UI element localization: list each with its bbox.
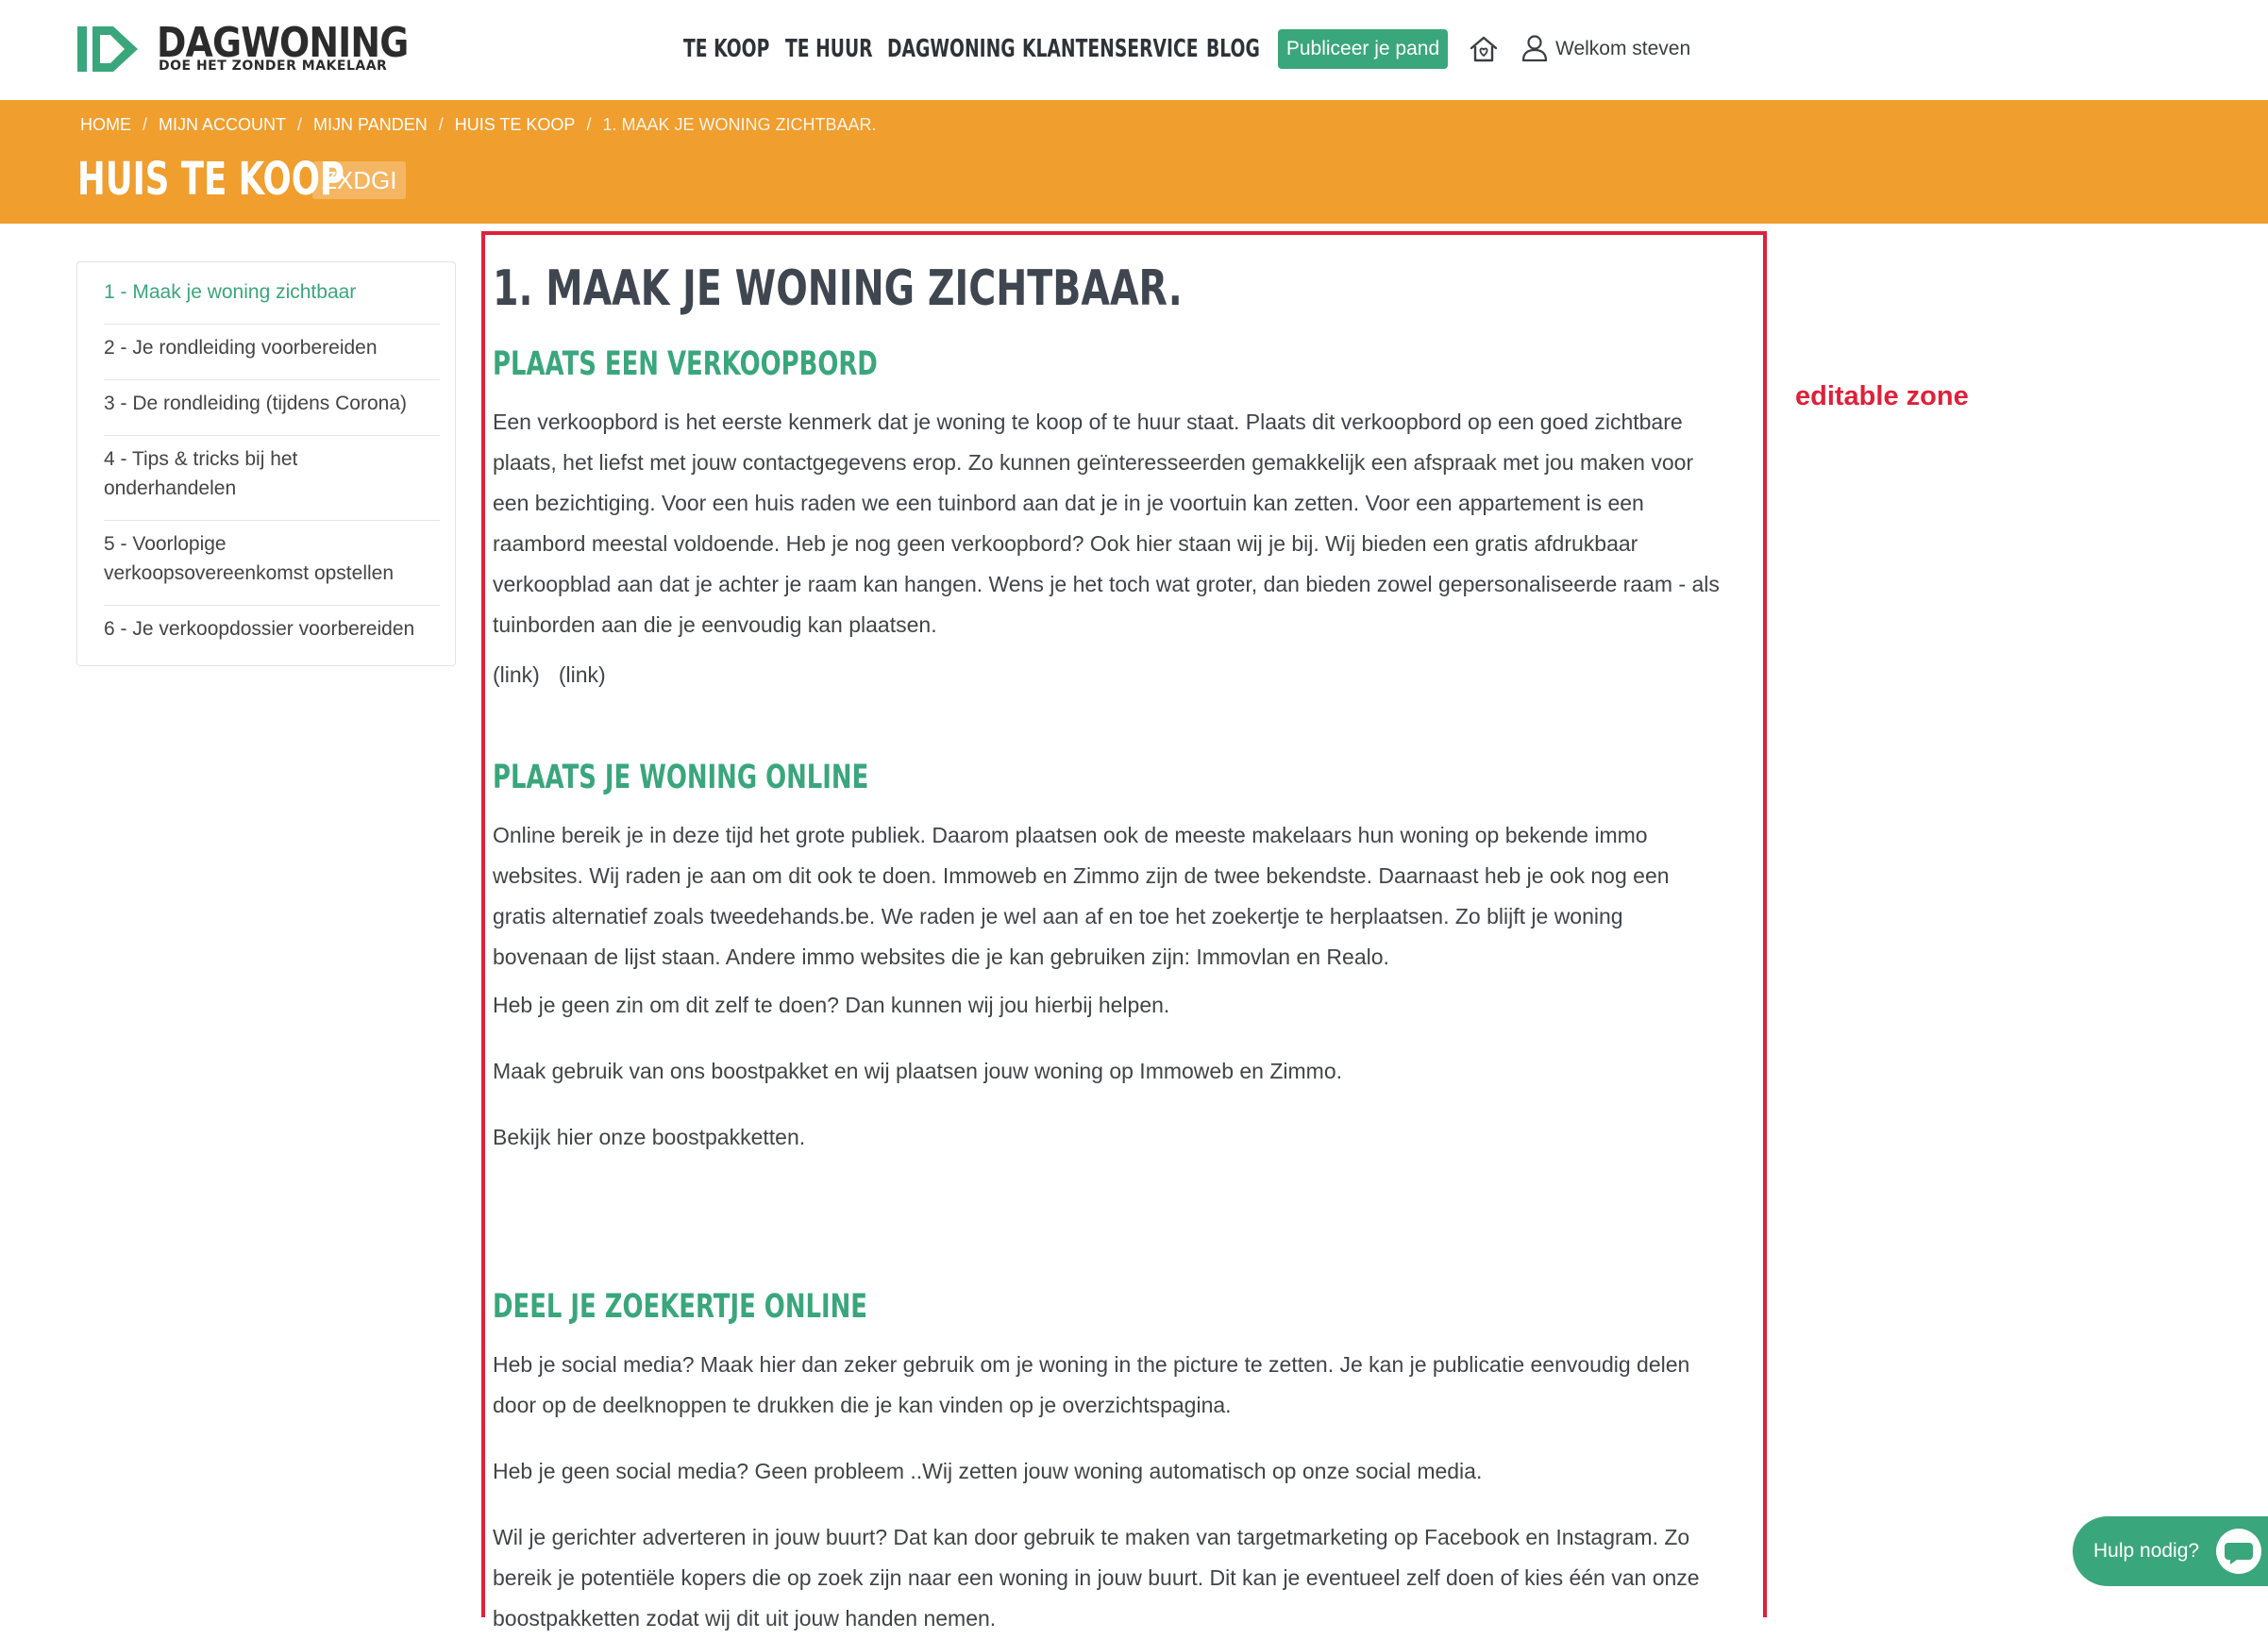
section-heading-woning-online: PLAATS JE WONING ONLINE xyxy=(493,759,869,796)
inline-link[interactable]: (link) xyxy=(559,662,606,687)
house-heart-icon[interactable] xyxy=(1469,34,1499,64)
article-title: 1. MAAK JE WONING ZICHTBAAR. xyxy=(493,260,1183,317)
section-links: (link) (link) xyxy=(493,655,1720,695)
sidebar-item-step-5[interactable]: 5 - Voorlopige verkoopsovereenkomst opst… xyxy=(104,529,415,588)
sidebar-item-step-6[interactable]: 6 - Je verkoopdossier voorbereiden xyxy=(104,614,444,644)
section-paragraph: Online bereik je in deze tijd het grote … xyxy=(493,823,1670,969)
help-label: Hulp nodig? xyxy=(2093,1540,2200,1562)
nav-blog[interactable]: BLOG xyxy=(1206,28,1281,70)
section-paragraph: Heb je geen zin om dit zelf te doen? Dan… xyxy=(493,993,1170,1017)
sidebar-divider xyxy=(104,435,440,436)
section-paragraph: Maak gebruik van ons boostpakket en wij … xyxy=(493,1059,1343,1083)
sidebar-item-step-2[interactable]: 2 - Je rondleiding voorbereiden xyxy=(104,333,444,362)
welcome-user-link[interactable]: Welkom steven xyxy=(1555,34,1690,64)
section-paragraph: Een verkoopbord is het eerste kenmerk da… xyxy=(493,410,1720,637)
inline-link[interactable]: (link) xyxy=(493,662,540,687)
breadcrumb-huis-te-koop[interactable]: HUIS TE KOOP xyxy=(455,115,576,134)
sidebar-divider xyxy=(104,520,440,521)
user-icon[interactable] xyxy=(1521,34,1548,62)
publish-property-button[interactable]: Publiceer je pand xyxy=(1278,29,1448,69)
editable-zone-label: editable zone xyxy=(1795,381,1969,411)
page-title: HUIS TE KOOP xyxy=(77,153,344,206)
breadcrumb-mijn-account[interactable]: MIJN ACCOUNT xyxy=(159,115,286,134)
section-paragraph: Wil je gerichter adverteren in jouw buur… xyxy=(493,1525,1700,1631)
section-heading-zoekertje-online: DEEL JE ZOEKERTJE ONLINE xyxy=(493,1288,867,1326)
chat-bubble-icon xyxy=(2216,1529,2261,1574)
help-chat-button[interactable]: Hulp nodig? xyxy=(2073,1516,2268,1586)
steps-sidebar: 1 - Maak je woning zichtbaar 2 - Je rond… xyxy=(76,261,456,666)
sidebar-divider xyxy=(104,605,440,606)
site-header: DAGWONING DOE HET ZONDER MAKELAAR TE KOO… xyxy=(0,0,2268,100)
dagwoning-logo[interactable]: DAGWONING DOE HET ZONDER MAKELAAR xyxy=(76,19,409,77)
section-paragraph: Bekijk hier onze boostpakketten. xyxy=(493,1125,806,1149)
sidebar-item-step-3[interactable]: 3 - De rondleiding (tijdens Corona) xyxy=(104,389,444,418)
property-code-badge: ZXDGI xyxy=(312,161,407,199)
sidebar-item-step-4[interactable]: 4 - Tips & tricks bij het onderhandelen xyxy=(104,444,349,503)
sidebar-divider xyxy=(104,324,440,325)
logo-tagline: DOE HET ZONDER MAKELAAR xyxy=(159,59,388,74)
sidebar-divider xyxy=(104,379,440,380)
breadcrumb-home[interactable]: HOME xyxy=(80,115,131,134)
breadcrumb-mijn-panden[interactable]: MIJN PANDEN xyxy=(313,115,428,134)
section-paragraph: Heb je social media? Maak hier dan zeker… xyxy=(493,1352,1690,1417)
breadcrumb: HOME / MIJN ACCOUNT / MIJN PANDEN / HUIS TE KO… xyxy=(80,115,877,134)
breadcrumb-current: 1. MAAK JE WONING ZICHTBAAR. xyxy=(602,115,877,134)
sidebar-item-step-1[interactable]: 1 - Maak je woning zichtbaar xyxy=(104,277,444,307)
logo-mark-icon xyxy=(77,26,138,72)
section-heading-verkoopbord: PLAATS EEN VERKOOPBORD xyxy=(493,345,878,383)
section-paragraph: Heb je geen social media? Geen probleem … xyxy=(493,1459,1483,1483)
chat-bubble-icon-svg xyxy=(2225,1543,2253,1564)
